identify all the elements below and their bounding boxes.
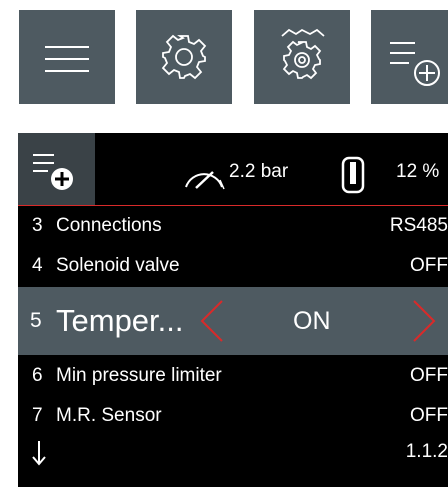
add-list-button[interactable] — [371, 10, 448, 104]
list-item[interactable]: 3 Connections RS485 — [18, 207, 448, 245]
header-add-list-button[interactable] — [18, 133, 95, 205]
item-number: 3 — [32, 215, 43, 236]
menu-button[interactable] — [19, 10, 115, 104]
list-add-icon — [33, 154, 73, 190]
item-number: 7 — [32, 405, 43, 426]
level-value: 12 % — [396, 161, 440, 182]
gauge-icon — [185, 171, 225, 190]
gears-icon — [281, 28, 325, 80]
chevron-left-icon[interactable] — [198, 299, 226, 343]
selected-list-item[interactable]: 5 Temper... ON — [18, 287, 448, 355]
item-number: 6 — [32, 365, 43, 386]
advanced-settings-button[interactable] — [254, 10, 350, 104]
selected-item-number: 5 — [30, 309, 42, 332]
gear-icon — [161, 34, 207, 80]
version-label: 1.1.2 — [405, 441, 448, 462]
arrow-down-icon[interactable] — [30, 439, 48, 467]
header-divider — [18, 205, 448, 206]
status-header: 2.2 bar 12 % — [18, 133, 448, 205]
settings-button[interactable] — [136, 10, 232, 104]
item-number: 4 — [32, 255, 43, 276]
list-item[interactable]: 4 Solenoid valve OFF — [18, 247, 448, 285]
tank-level-icon — [341, 156, 365, 194]
device-panel: 2.2 bar 12 % 3 Connections RS485 4 Solen… — [18, 133, 448, 487]
item-label: M.R. Sensor — [56, 405, 162, 426]
pressure-value: 2.2 bar — [229, 161, 289, 182]
selected-item-label: Temper... — [56, 303, 184, 338]
item-value: RS485 — [389, 215, 448, 236]
selected-item-value: ON — [293, 307, 331, 335]
chevron-right-icon[interactable] — [410, 299, 438, 343]
item-value: OFF — [410, 365, 448, 386]
item-label: Connections — [56, 215, 162, 236]
list-item[interactable]: 6 Min pressure limiter OFF — [18, 357, 448, 395]
item-label: Solenoid valve — [56, 255, 180, 276]
item-value: OFF — [410, 255, 448, 276]
hamburger-menu-icon — [45, 46, 89, 72]
list-item[interactable]: 7 M.R. Sensor OFF — [18, 397, 448, 435]
list-add-icon — [390, 42, 440, 86]
item-value: OFF — [410, 405, 448, 426]
item-label: Min pressure limiter — [56, 365, 222, 386]
